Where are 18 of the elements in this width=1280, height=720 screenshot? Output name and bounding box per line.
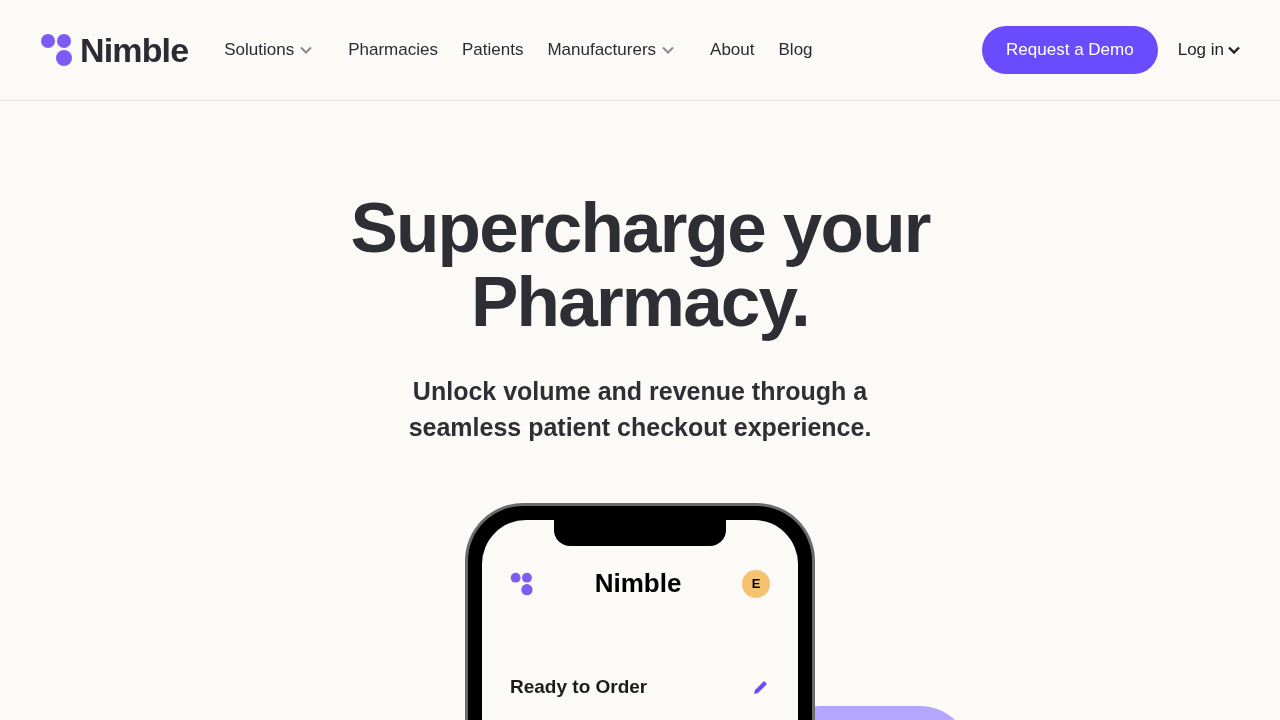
logo-icon	[510, 571, 534, 596]
nav-link[interactable]: Pharmacies	[348, 37, 438, 63]
nav-menu[interactable]: Solutions	[224, 37, 313, 63]
hero-heading: Supercharge your	[350, 191, 930, 265]
nav-link[interactable]: About	[710, 37, 755, 63]
nav-menu[interactable]: Manufacturers	[547, 37, 675, 63]
nav-link[interactable]: Blog	[778, 37, 813, 63]
chevron-down-icon	[1228, 46, 1240, 54]
logo-icon	[40, 33, 74, 67]
app-title: Nimble	[594, 567, 682, 600]
request-demo-button[interactable]: Request a Demo	[982, 26, 1158, 74]
nav-link[interactable]: Patients	[461, 37, 524, 63]
pencil-icon[interactable]	[752, 678, 770, 697]
user-avatar[interactable]: E	[742, 569, 770, 598]
section-title: Ready to Order	[510, 675, 648, 699]
hero-subtitle: Unlock volume and revenue through a seamless patient checkout experience.	[408, 376, 872, 443]
login-menu[interactable]: Log in	[1177, 37, 1240, 63]
brand-name[interactable]: Nimble	[80, 24, 189, 76]
